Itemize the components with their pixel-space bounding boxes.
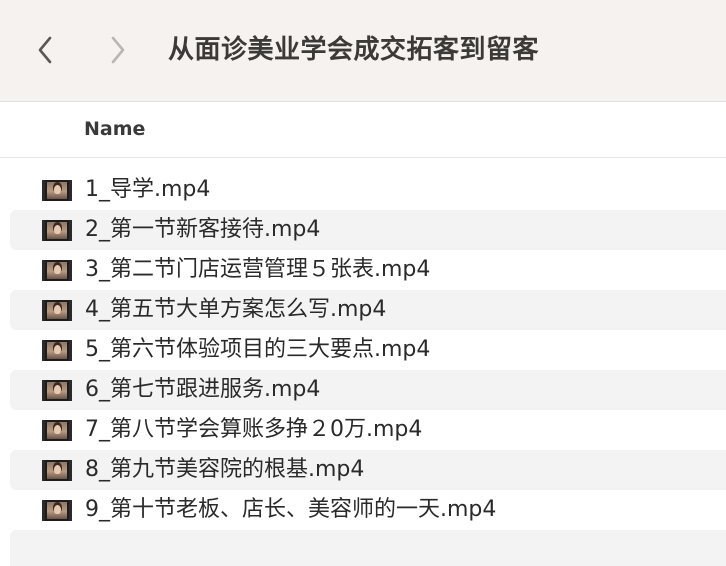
- video-thumbnail-icon: [42, 340, 72, 361]
- file-row[interactable]: 9_第十节老板、店长、美容师的一天.mp4: [10, 490, 726, 530]
- file-row[interactable]: 4_第五节大单方案怎么写.mp4: [10, 290, 726, 330]
- file-row[interactable]: 3_第二节门店运营管理５张表.mp4: [10, 250, 726, 290]
- video-thumbnail-icon: [42, 300, 72, 321]
- video-thumbnail-icon: [42, 460, 72, 481]
- empty-row: [10, 530, 726, 566]
- file-name: 1_导学.mp4: [85, 177, 211, 202]
- back-button[interactable]: [30, 30, 60, 70]
- file-name: 7_第八节学会算账多挣２0万.mp4: [85, 417, 423, 442]
- column-header-row: Name: [0, 102, 726, 158]
- file-list: 1_导学.mp4 2_第一节新客接待.mp4 3_第二节门店运营管理５张表.mp…: [0, 170, 726, 530]
- file-name: 3_第二节门店运营管理５张表.mp4: [85, 257, 431, 282]
- chevron-right-icon: [111, 36, 125, 64]
- file-name: 8_第九节美容院的根基.mp4: [85, 457, 365, 482]
- video-thumbnail-icon: [42, 500, 72, 521]
- file-row[interactable]: 8_第九节美容院的根基.mp4: [10, 450, 726, 490]
- video-thumbnail-icon: [42, 420, 72, 441]
- file-name: 5_第六节体验项目的三大要点.mp4: [85, 337, 431, 362]
- forward-button[interactable]: [103, 30, 133, 70]
- file-name: 4_第五节大单方案怎么写.mp4: [85, 297, 387, 322]
- file-name: 2_第一节新客接待.mp4: [85, 217, 321, 242]
- video-thumbnail-icon: [42, 180, 72, 201]
- chevron-left-icon: [38, 36, 52, 64]
- file-row[interactable]: 5_第六节体验项目的三大要点.mp4: [10, 330, 726, 370]
- file-row[interactable]: 7_第八节学会算账多挣２0万.mp4: [10, 410, 726, 450]
- file-row[interactable]: 6_第七节跟进服务.mp4: [10, 370, 726, 410]
- file-name: 6_第七节跟进服务.mp4: [85, 377, 321, 402]
- file-row[interactable]: 2_第一节新客接待.mp4: [10, 210, 726, 250]
- toolbar: 从面诊美业学会成交拓客到留客: [0, 0, 726, 102]
- video-thumbnail-icon: [42, 220, 72, 241]
- file-name: 9_第十节老板、店长、美容师的一天.mp4: [85, 497, 497, 522]
- window-title: 从面诊美业学会成交拓客到留客: [168, 35, 540, 65]
- file-row[interactable]: 1_导学.mp4: [10, 170, 726, 210]
- video-thumbnail-icon: [42, 380, 72, 401]
- column-header-name[interactable]: Name: [84, 118, 145, 140]
- finder-window: 从面诊美业学会成交拓客到留客 Name 1_导学.mp4 2_第一节新客接待.m…: [0, 0, 726, 566]
- video-thumbnail-icon: [42, 260, 72, 281]
